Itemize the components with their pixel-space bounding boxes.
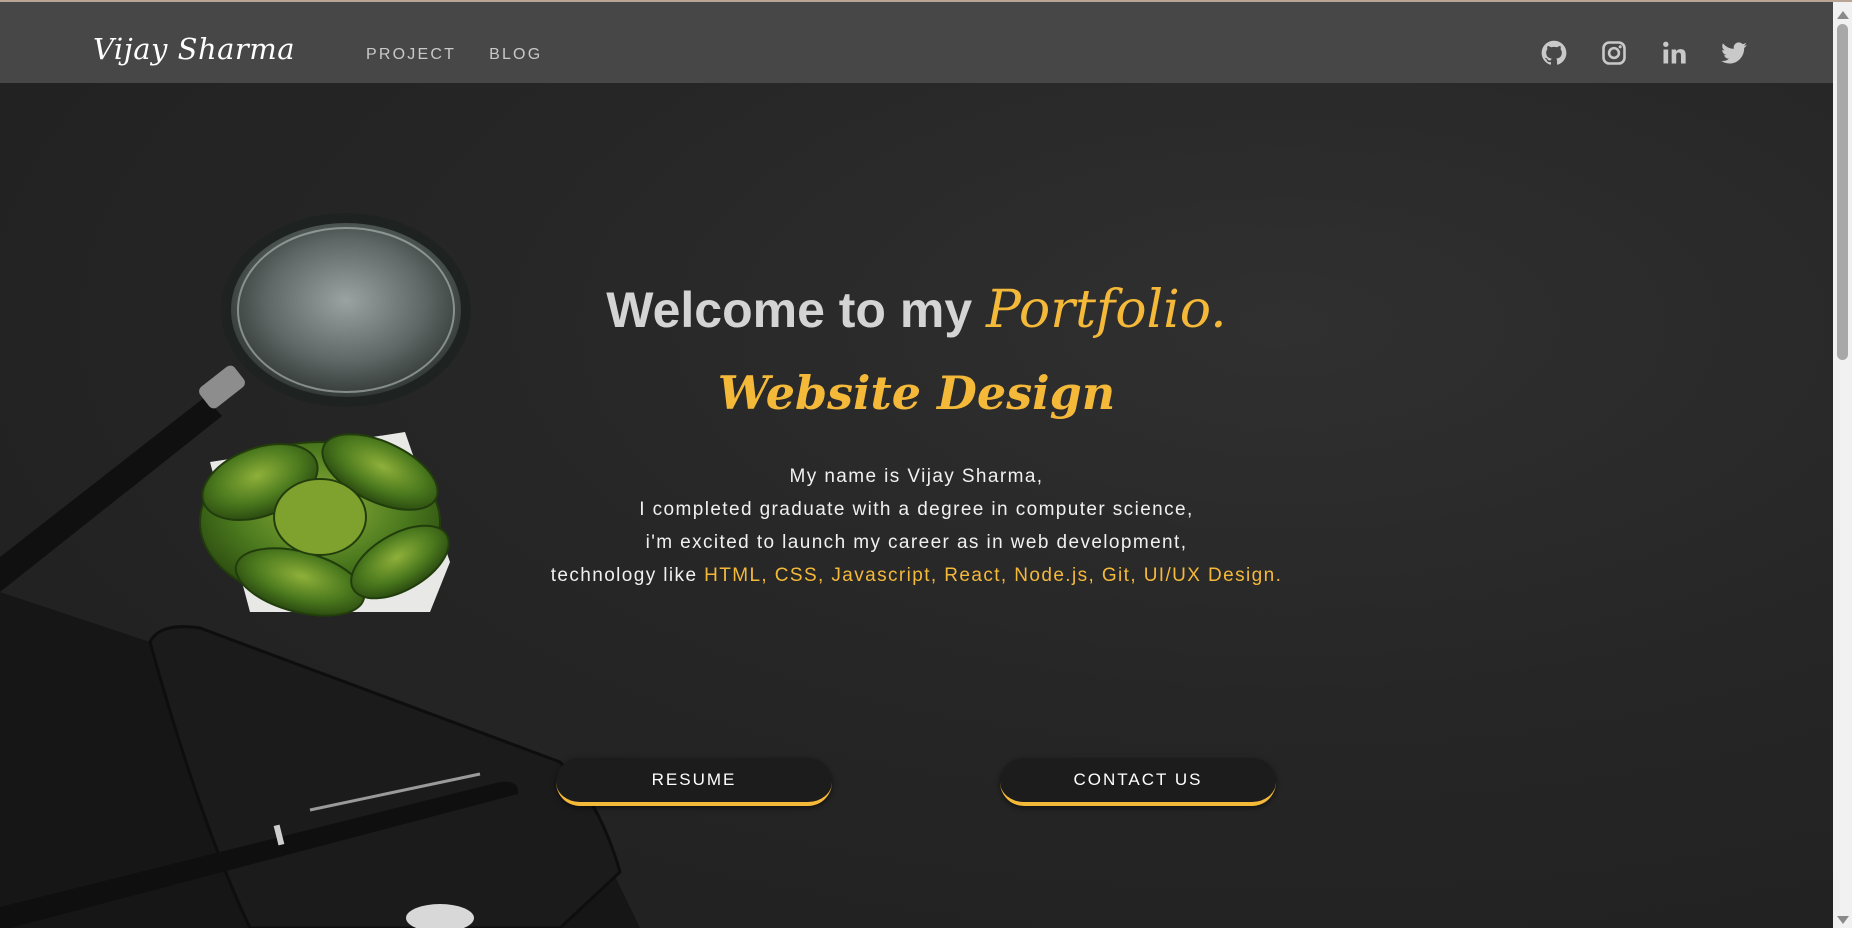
brand-logo[interactable]: Vijay Sharma (93, 32, 295, 66)
hero-title-prefix: Welcome to my (606, 282, 987, 338)
github-icon[interactable] (1540, 39, 1568, 67)
nav-link-blog[interactable]: BLOG (489, 46, 542, 64)
scroll-up-icon[interactable] (1837, 11, 1849, 19)
scrollbar-thumb[interactable] (1837, 24, 1848, 360)
bio-line: i'm excited to launch my career as in we… (645, 532, 1188, 553)
nav-links: PROJECT BLOG (366, 46, 542, 64)
bio-tech-line: technology like HTML, CSS, Javascript, R… (0, 559, 1833, 592)
tech-prefix: technology like (550, 565, 705, 586)
resume-button[interactable]: RESUME (556, 758, 832, 806)
instagram-icon[interactable] (1600, 39, 1628, 67)
linkedin-icon[interactable] (1660, 39, 1688, 67)
page: Vijay Sharma PROJECT BLOG Welcome to my … (0, 2, 1833, 928)
navbar: Vijay Sharma PROJECT BLOG (0, 2, 1833, 83)
nav-link-project[interactable]: PROJECT (366, 46, 456, 64)
social-links (1540, 39, 1748, 67)
hero-title: Welcome to my Portfolio. (0, 280, 1833, 340)
vertical-scrollbar[interactable] (1833, 2, 1852, 928)
contact-us-button[interactable]: CONTACT US (1000, 758, 1276, 806)
hero-title-script: Portfolio. (986, 280, 1227, 340)
twitter-icon[interactable] (1720, 39, 1748, 67)
hero-bio: My name is Vijay Sharma, I completed gra… (0, 460, 1833, 592)
bio-line: My name is Vijay Sharma, (789, 466, 1044, 487)
scroll-down-icon[interactable] (1837, 916, 1849, 924)
hero-subtitle: Website Design (717, 366, 1116, 420)
tech-list: HTML, CSS, Javascript, React, Node.js, G… (704, 565, 1283, 586)
bio-line: I completed graduate with a degree in co… (639, 499, 1194, 520)
